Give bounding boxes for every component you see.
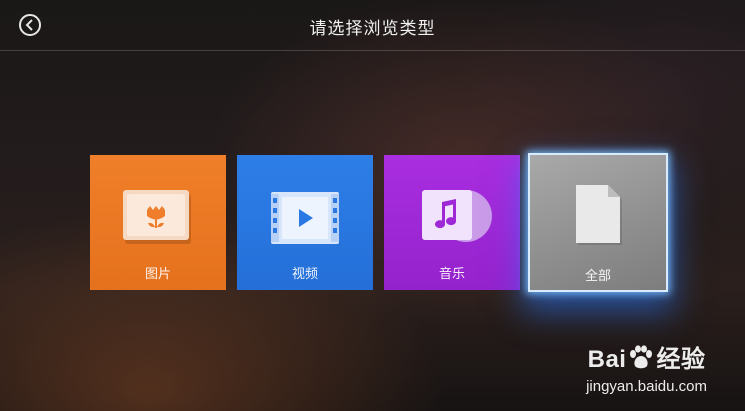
picture-flower-icon: [123, 190, 191, 244]
watermark-logo: Bai 经验: [586, 339, 707, 376]
header-bar: 请选择浏览类型: [0, 0, 745, 51]
video-film-icon: [271, 192, 339, 244]
watermark-url: jingyan.baidu.com: [586, 378, 707, 395]
tile-videos[interactable]: 视频: [237, 155, 373, 290]
watermark-logo-right: 经验: [656, 345, 706, 373]
paw-icon: [628, 345, 654, 376]
tile-all-label: 全部: [584, 268, 611, 283]
tile-videos-label: 视频: [291, 266, 318, 281]
tile-pictures-label: 图片: [144, 266, 171, 281]
watermark-logo-left: Bai: [587, 345, 627, 373]
music-album-icon: [422, 190, 492, 242]
baidu-jingyan-watermark: Bai 经验 jingyan.baidu.com: [586, 339, 707, 395]
file-icon: [576, 185, 622, 245]
page-title: 请选择浏览类型: [309, 19, 436, 38]
tile-pictures[interactable]: 图片: [90, 155, 226, 290]
tile-all[interactable]: 全部: [528, 153, 668, 292]
tile-music-label: 音乐: [438, 266, 465, 281]
tile-music[interactable]: 音乐: [384, 155, 520, 290]
